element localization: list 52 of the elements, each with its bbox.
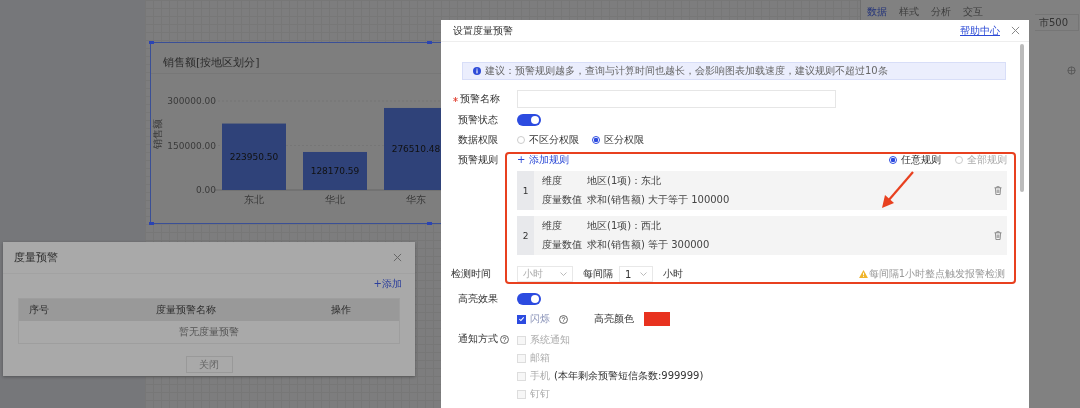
rule-number: 2 — [522, 230, 529, 241]
field-label: 检测时间 — [451, 267, 491, 281]
dialog-title: 度量预警 — [14, 250, 58, 265]
rule-key: 度量数值 — [542, 238, 587, 252]
checkbox-label[interactable]: 钉钉 — [530, 387, 550, 401]
axis-tick-label: 0.00 — [195, 185, 216, 195]
panel-tab[interactable]: 样式 — [899, 5, 919, 19]
category-label: 华北 — [325, 194, 345, 205]
rule-value: 地区(1项)：西北 — [587, 219, 663, 233]
radio-label[interactable]: 全部规则 — [967, 153, 1007, 167]
interval-label: 每间隔 — [583, 267, 613, 281]
rule-key: 维度 — [542, 174, 587, 188]
panel-tab[interactable]: 数据 — [867, 5, 887, 19]
data-label: 223950.50 — [229, 151, 279, 162]
panel-field[interactable]: 市500 — [1035, 14, 1079, 31]
hint-text: 每间隔1小时整点触发报警检测 — [868, 267, 1005, 281]
rule-value: 求和(销售额) 等于 300000 — [587, 238, 711, 252]
checkbox-label[interactable]: 邮箱 — [530, 351, 550, 365]
rule-key: 度量数值 — [542, 193, 587, 207]
interval-select[interactable]: 1 — [619, 266, 653, 282]
add-rule-link[interactable]: + 添加规则 — [517, 153, 569, 167]
help-link[interactable]: 帮助中心 — [960, 23, 1000, 38]
data-label: 276510.48 — [391, 144, 441, 154]
axis-title: 销售额 — [152, 119, 163, 149]
data-label: 128170.59 — [310, 166, 360, 176]
rule-value: 地区(1项)：东北 — [587, 174, 663, 188]
column-header: 度量预警名称 — [154, 303, 217, 317]
checkbox-label[interactable]: 手机 — [530, 369, 550, 383]
quota-note: (本年剩余预警短信条数:999999) — [554, 369, 704, 383]
unit-select[interactable]: 小时 — [517, 266, 573, 282]
category-label: 华东 — [406, 194, 426, 205]
unit-label: 小时 — [663, 267, 683, 281]
column-header: 操作 — [329, 303, 352, 317]
dialog-title: 设置度量预警 — [453, 23, 514, 38]
radio-label[interactable]: 区分权限 — [604, 133, 644, 147]
radio-label[interactable]: 不区分权限 — [529, 133, 579, 147]
field-label: 高亮效果 — [458, 292, 498, 306]
empty-text: 暂无度量预警 — [179, 325, 239, 339]
rule-number: 1 — [522, 185, 529, 196]
column-header: 序号 — [28, 303, 50, 317]
checkbox-label[interactable]: 闪烁 — [530, 312, 550, 326]
close-button[interactable]: 关闭 — [185, 356, 233, 373]
field-label: 通知方式 — [458, 332, 498, 346]
axis-tick-label: 300000.00 — [167, 96, 216, 106]
radio-label[interactable]: 任意规则 — [901, 153, 941, 167]
category-label: 东北 — [244, 194, 264, 205]
field-label: 高亮颜色 — [594, 312, 634, 326]
checkbox-label[interactable]: 系统通知 — [530, 333, 570, 347]
rule-value: 求和(销售额) 大于等于 100000 — [587, 193, 731, 207]
add-link[interactable]: +添加 — [373, 277, 402, 292]
rule-key: 维度 — [542, 219, 587, 233]
axis-tick-label: 150000.00 — [167, 140, 216, 151]
